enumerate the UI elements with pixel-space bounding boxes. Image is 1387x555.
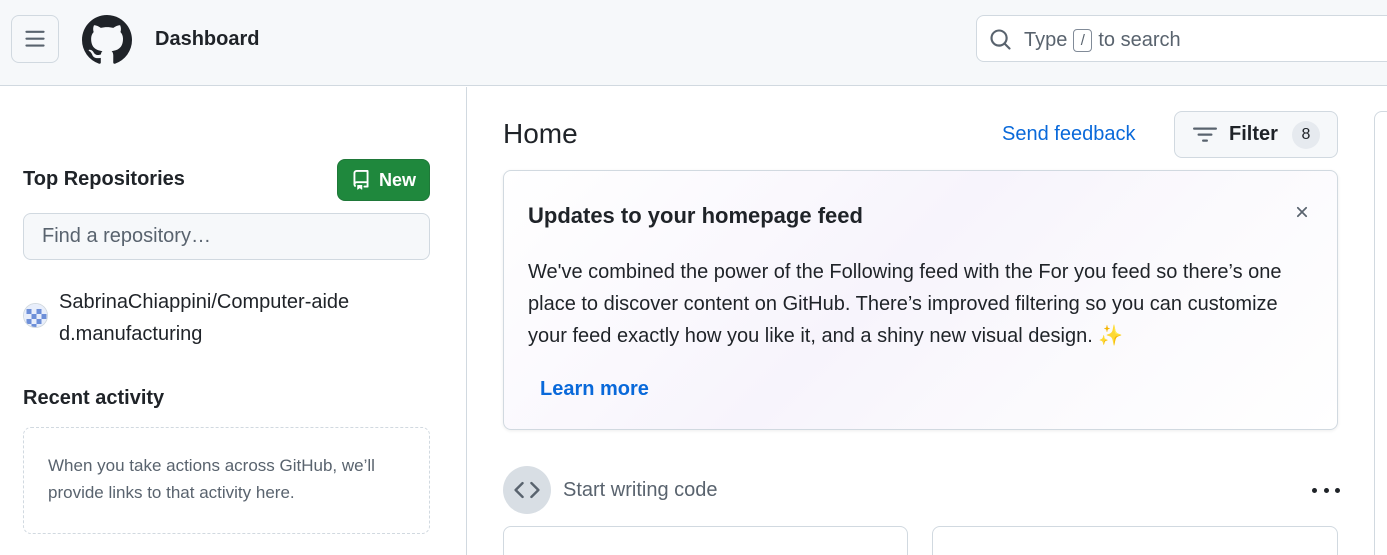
new-repository-button[interactable]: New xyxy=(337,159,430,201)
search-input[interactable]: Type / to search xyxy=(976,15,1387,62)
avatar xyxy=(23,303,48,328)
recent-activity-heading: Recent activity xyxy=(23,387,165,409)
home-heading: Home xyxy=(503,118,578,149)
updates-card-title: Updates to your homepage feed xyxy=(528,203,863,228)
menu-icon xyxy=(25,30,45,47)
suggestion-card[interactable] xyxy=(503,526,908,555)
recent-activity-empty-box: When you take actions across GitHub, we’… xyxy=(23,427,430,534)
homepage-updates-card: Updates to your homepage feed We've comb… xyxy=(503,170,1338,430)
search-placeholder: Type / to search xyxy=(1024,29,1181,52)
find-repository-field[interactable] xyxy=(23,213,430,260)
recent-activity-empty-text: When you take actions across GitHub, we’… xyxy=(48,456,375,502)
right-column-panel xyxy=(1374,111,1387,555)
suggestion-card[interactable] xyxy=(932,526,1338,555)
search-icon xyxy=(990,29,1011,50)
code-icon-badge xyxy=(503,466,551,514)
menu-button[interactable] xyxy=(11,15,59,63)
kebab-dot xyxy=(1323,487,1329,493)
github-logo-icon[interactable] xyxy=(82,15,132,65)
close-button[interactable] xyxy=(1291,201,1313,223)
kebab-icon[interactable] xyxy=(1312,478,1340,502)
filter-icon xyxy=(1193,127,1217,142)
search-shortcut-key: / xyxy=(1073,29,1093,52)
close-icon xyxy=(1296,206,1308,218)
updates-card-body: We've combined the power of the Followin… xyxy=(528,261,1282,347)
repo-icon xyxy=(353,170,369,190)
repository-link[interactable]: SabrinaChiappini/Computer-aided.manufact… xyxy=(59,286,359,350)
send-feedback-link[interactable]: Send feedback xyxy=(1002,123,1135,146)
start-writing-code-heading: Start writing code xyxy=(563,479,718,501)
filter-count-badge: 8 xyxy=(1291,120,1320,149)
code-icon xyxy=(514,481,540,499)
filter-label: Filter xyxy=(1229,123,1278,145)
search-suffix: to search xyxy=(1098,29,1181,51)
search-prefix: Type xyxy=(1024,29,1068,51)
kebab-dot xyxy=(1312,487,1317,493)
top-header: Dashboard Type / to search xyxy=(0,0,1387,86)
filter-button[interactable]: Filter 8 xyxy=(1174,111,1338,158)
learn-more-link[interactable]: Learn more xyxy=(540,378,649,401)
repository-list-item[interactable]: SabrinaChiappini/Computer-aided.manufact… xyxy=(23,286,433,350)
kebab-dot xyxy=(1335,487,1340,493)
find-repository-input[interactable] xyxy=(24,214,429,259)
new-button-label: New xyxy=(378,169,416,190)
page-title[interactable]: Dashboard xyxy=(155,28,259,51)
top-repositories-heading: Top Repositories xyxy=(23,168,185,190)
left-sidebar: Top Repositories New SabrinaChiappini/Co… xyxy=(0,87,467,555)
